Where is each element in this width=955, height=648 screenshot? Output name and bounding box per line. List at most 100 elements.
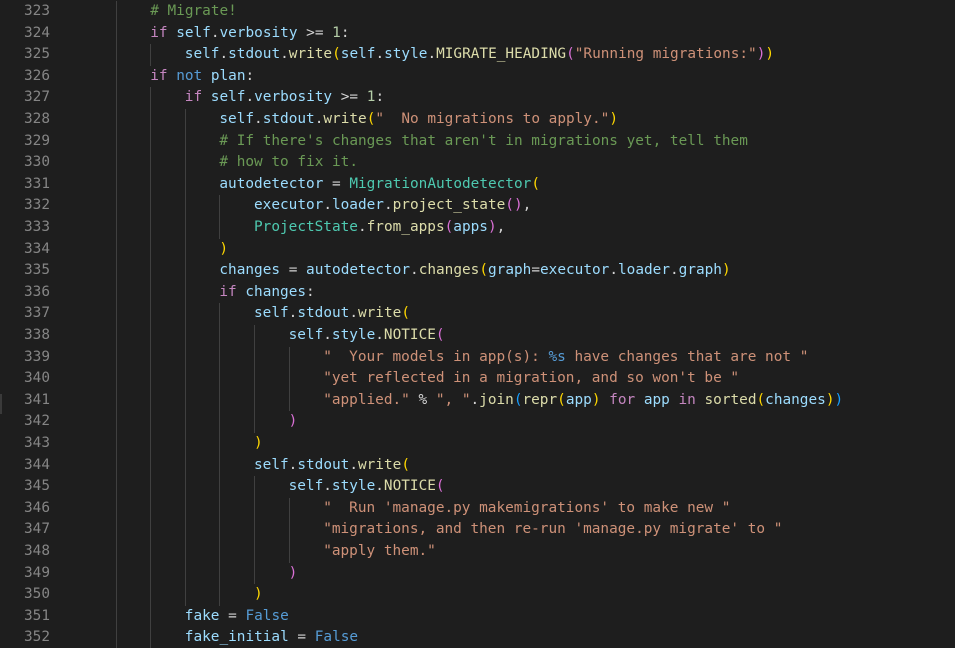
code-line[interactable]: 338 self.style.NOTICE(	[0, 325, 955, 347]
code-text[interactable]: if self.verbosity >= 1:	[185, 87, 384, 109]
code-line[interactable]: 327 if self.verbosity >= 1:	[0, 87, 955, 109]
code-line[interactable]: 331 autodetector = MigrationAutodetector(	[0, 173, 955, 196]
indent-guide	[219, 217, 221, 239]
code-text[interactable]: executor.loader.project_state(),	[254, 195, 531, 217]
indent-guide	[219, 584, 221, 606]
code-text[interactable]: )	[254, 584, 263, 606]
code-token: changes	[765, 391, 826, 408]
code-text[interactable]: )	[289, 411, 298, 433]
code-token: if	[150, 67, 168, 84]
code-line[interactable]: 329 # If there's changes that aren't in m…	[0, 130, 955, 153]
indent-guide	[184, 260, 186, 282]
code-text[interactable]: # If there's changes that aren't in migr…	[219, 131, 748, 153]
code-text[interactable]: "yet reflected in a migration, and so wo…	[323, 368, 739, 390]
code-line[interactable]: 350)	[0, 584, 955, 606]
code-text[interactable]: )	[289, 563, 298, 585]
code-text[interactable]: # Migrate!	[150, 1, 237, 23]
code-token: changes	[219, 262, 281, 279]
code-text[interactable]: "apply them."	[323, 541, 436, 563]
code-line[interactable]: 340 "yet reflected in a migration, and so…	[0, 368, 955, 390]
code-text[interactable]: " Your models in app(s): %s have changes…	[323, 347, 808, 369]
code-text[interactable]: ProjectState.from_apps(apps),	[254, 217, 505, 239]
code-token: .	[375, 327, 384, 343]
code-line[interactable]: 341 "applied." % ", ".join(repr(app) for …	[0, 389, 955, 412]
code-line[interactable]: 334)	[0, 238, 955, 261]
code-line[interactable]: 343)	[0, 433, 955, 455]
code-text[interactable]: self.stdout.write(	[254, 303, 410, 325]
indent-guide	[150, 368, 152, 390]
code-line[interactable]: 337 self.stdout.write(	[0, 303, 955, 325]
code-line[interactable]: 347 "migrations, and then re-run 'manage.…	[0, 519, 955, 541]
code-text[interactable]: "migrations, and then re-run 'manage.py …	[323, 519, 782, 541]
code-text[interactable]: fake = False	[185, 606, 289, 628]
code-token: graph	[678, 262, 722, 279]
code-line[interactable]: 344 self.stdout.write(	[0, 454, 955, 477]
code-line[interactable]: 339 " Your models in app(s): %s have chan…	[0, 346, 955, 369]
code-text[interactable]: fake_initial = False	[185, 627, 358, 648]
code-line[interactable]: 345 self.style.NOTICE(	[0, 476, 955, 498]
code-token: )	[254, 435, 263, 451]
indent-guide	[254, 411, 255, 433]
code-text[interactable]: )	[219, 239, 228, 261]
code-token: self	[176, 24, 211, 41]
indent-guide	[150, 389, 152, 412]
code-line[interactable]: 348 "apply them."	[0, 541, 955, 563]
code-text[interactable]: if self.verbosity >= 1:	[150, 23, 349, 45]
indent-guide	[184, 389, 186, 412]
code-text[interactable]: if not plan:	[150, 66, 254, 88]
code-line[interactable]: 349)	[0, 562, 955, 585]
code-text[interactable]: self.stdout.write(" No migrations to app…	[219, 109, 618, 131]
line-number: 324	[24, 24, 50, 41]
indent-guide	[184, 303, 186, 325]
code-text[interactable]: changes = autodetector.changes(graph=exe…	[219, 260, 730, 282]
code-text[interactable]: " Run 'manage.py makemigrations' to make…	[323, 498, 730, 520]
code-line[interactable]: 326 if not plan:	[0, 65, 955, 88]
code-line[interactable]: 323 # Migrate!	[0, 1, 955, 23]
code-line[interactable]: 351 fake = False	[0, 605, 955, 628]
indent-guide	[150, 173, 152, 196]
code-line[interactable]: 330 # how to fix it.	[0, 152, 955, 174]
code-token: .	[357, 219, 367, 235]
code-text[interactable]: self.style.NOTICE(	[289, 325, 445, 347]
line-number: 340	[24, 370, 50, 387]
code-token: "apply them."	[323, 543, 436, 559]
indent-guide	[184, 130, 186, 153]
code-text[interactable]: autodetector = MigrationAutodetector(	[219, 174, 540, 196]
indent-guide	[254, 325, 255, 347]
code-line[interactable]: 328 self.stdout.write(" No migrations to …	[0, 109, 955, 131]
indent-guide	[219, 562, 221, 585]
indent-guide	[150, 238, 152, 261]
code-token: .	[323, 327, 332, 343]
indent-guide	[184, 541, 186, 563]
indent-guide	[115, 454, 117, 477]
code-text[interactable]: "applied." % ", ".join(repr(app) for app…	[323, 390, 843, 412]
code-line[interactable]: 324 if self.verbosity >= 1:	[0, 22, 955, 45]
code-line[interactable]: 325 self.stdout.write(self.style.MIGRATE_…	[0, 44, 955, 66]
code-editor[interactable]: 323 # Migrate! 324 if self.verbosity >= 1: 3…	[0, 0, 955, 648]
code-text[interactable]: )	[254, 433, 263, 455]
line-number: 337	[24, 305, 50, 322]
indent-guide	[184, 217, 186, 239]
code-line[interactable]: 336 if changes:	[0, 281, 955, 304]
code-line[interactable]: 346 " Run 'manage.py makemigrations' to m…	[0, 497, 955, 520]
code-token: .	[349, 305, 358, 322]
code-text[interactable]: self.stdout.write(	[254, 455, 410, 477]
code-token: if	[150, 24, 168, 41]
code-line[interactable]: 333 ProjectState.from_apps(apps),	[0, 217, 955, 239]
indent-guide	[150, 605, 152, 628]
code-text[interactable]: self.style.NOTICE(	[289, 476, 445, 498]
code-text[interactable]: if changes:	[219, 282, 314, 304]
indent-guide	[150, 109, 152, 131]
code-token: :	[245, 67, 255, 84]
code-line[interactable]: 342)	[0, 411, 955, 433]
code-line[interactable]: 352 fake_initial = False	[0, 627, 955, 648]
code-token: write	[288, 46, 333, 63]
code-line[interactable]: 332 executor.loader.project_state(),	[0, 195, 955, 217]
code-text[interactable]: # how to fix it.	[219, 152, 358, 174]
code-text[interactable]: self.stdout.write(self.style.MIGRATE_HEA…	[185, 44, 774, 66]
code-token: (	[756, 391, 766, 408]
code-token: .	[219, 46, 229, 63]
code-line[interactable]: 335 changes = autodetector.changes(graph=…	[0, 260, 955, 282]
code-token: self	[340, 46, 376, 63]
indent-guide	[219, 303, 221, 325]
